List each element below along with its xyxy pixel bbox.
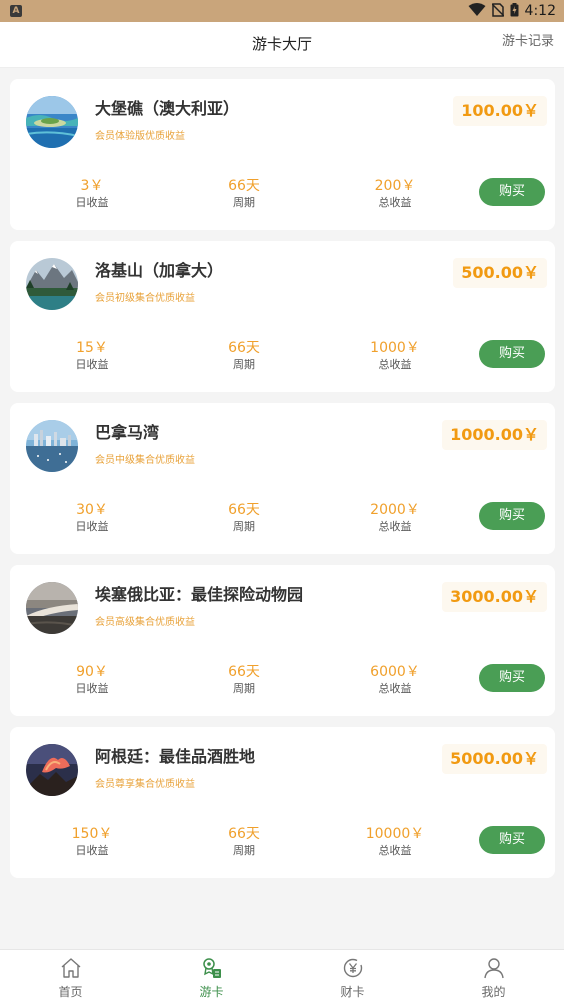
total-income-value: 1000￥ [370,340,420,356]
card-title: 埃塞俄比亚：最佳探险动物园 [95,585,304,604]
buy-button[interactable]: 购买 [479,664,545,692]
period: 66天 周期 [199,339,289,373]
total-income-label: 总收益 [378,520,412,533]
status-time: 4:12 [524,3,556,19]
daily-income-value: 3￥ [80,178,104,194]
buy-button[interactable]: 购买 [479,502,545,530]
card-title: 巴拿马湾 [95,423,160,442]
reef-island-image [26,96,78,148]
period-value: 66天 [228,340,260,356]
period: 66天 周期 [199,501,289,535]
total-income-value: 2000￥ [370,502,420,518]
daily-income: 30￥ 日收益 [47,501,137,535]
period-value: 66天 [228,664,260,680]
total-income-label: 总收益 [378,358,412,371]
period: 66天 周期 [199,177,289,211]
price-badge: 500.00￥ [453,258,547,288]
price-badge: 5000.00￥ [442,744,547,774]
period-label: 周期 [233,520,255,533]
total-income-value: 6000￥ [370,664,420,680]
notification-icon: A [10,5,22,17]
card-title: 阿根廷：最佳品酒胜地 [95,747,256,766]
wifi-icon [468,2,486,21]
period-label: 周期 [233,358,255,371]
total-income-label: 总收益 [378,196,412,209]
total-income: 6000￥ 总收益 [350,663,440,697]
tab-label: 游卡 [199,985,224,999]
city-bay-image [26,420,78,472]
period-label: 周期 [233,196,255,209]
price-badge: 1000.00￥ [442,420,547,450]
total-income-value: 10000￥ [365,826,425,842]
tab-profile[interactable]: 我的 [423,950,564,1002]
card-item: 埃塞俄比亚：最佳探险动物园 会员高级集合优质收益 3000.00￥ 90￥ 日收… [10,565,555,716]
price-badge: 3000.00￥ [442,582,547,612]
status-bar: A 4:12 [0,0,564,22]
period-value: 66天 [228,826,260,842]
home-icon [59,956,83,980]
card-record-link[interactable]: 游卡记录 [502,22,554,62]
daily-income-value: 150￥ [71,826,113,842]
price-badge: 100.00￥ [453,96,547,126]
card-item: 洛基山（加拿大） 会员初级集合优质收益 500.00￥ 15￥ 日收益 66天 … [10,241,555,392]
daily-income-label: 日收益 [75,682,109,695]
daily-income: 15￥ 日收益 [47,339,137,373]
period: 66天 周期 [199,825,289,859]
page-title: 游卡大厅 [251,35,312,53]
no-sim-icon [491,2,505,21]
card-subtitle: 会员尊享集合优质收益 [95,779,195,790]
yen-icon [341,956,365,980]
total-income-value: 200￥ [374,178,416,194]
daily-income: 150￥ 日收益 [47,825,137,859]
period-label: 周期 [233,682,255,695]
bottom-tab-bar: 首页 游卡 财卡 我的 [0,949,564,1002]
period: 66天 周期 [199,663,289,697]
volcano-sunset-image [26,744,78,796]
buy-button[interactable]: 购买 [479,178,545,206]
card-title: 大堡礁（澳大利亚） [95,99,240,118]
card-icon [200,956,224,980]
card-subtitle: 会员初级集合优质收益 [95,293,195,304]
total-income: 10000￥ 总收益 [350,825,440,859]
daily-income-value: 90￥ [76,664,108,680]
daily-income-label: 日收益 [75,196,109,209]
total-income-label: 总收益 [378,844,412,857]
user-icon [482,956,506,980]
card-subtitle: 会员中级集合优质收益 [95,455,195,466]
total-income-label: 总收益 [378,682,412,695]
battery-icon [510,2,519,21]
daily-income-label: 日收益 [75,358,109,371]
total-income: 2000￥ 总收益 [350,501,440,535]
tab-card[interactable]: 游卡 [141,950,282,1002]
daily-income-value: 15￥ [76,340,108,356]
tab-label: 财卡 [340,985,365,999]
daily-income: 90￥ 日收益 [47,663,137,697]
tab-label: 首页 [58,985,83,999]
sunset-landscape-image [26,582,78,634]
daily-income-label: 日收益 [75,520,109,533]
period-label: 周期 [233,844,255,857]
buy-button[interactable]: 购买 [479,340,545,368]
app-header: 游卡大厅 游卡记录 [0,22,564,68]
total-income: 1000￥ 总收益 [350,339,440,373]
daily-income-label: 日收益 [75,844,109,857]
period-value: 66天 [228,502,260,518]
card-subtitle: 会员体验版优质收益 [95,131,185,142]
tab-finance[interactable]: 财卡 [282,950,423,1002]
tab-label: 我的 [481,985,506,999]
daily-income: 3￥ 日收益 [47,177,137,211]
card-title: 洛基山（加拿大） [95,261,224,280]
daily-income-value: 30￥ [76,502,108,518]
total-income: 200￥ 总收益 [350,177,440,211]
period-value: 66天 [228,178,260,194]
buy-button[interactable]: 购买 [479,826,545,854]
card-subtitle: 会员高级集合优质收益 [95,617,195,628]
card-list: 大堡礁（澳大利亚） 会员体验版优质收益 100.00￥ 3￥ 日收益 66天 周… [10,79,555,889]
card-item: 大堡礁（澳大利亚） 会员体验版优质收益 100.00￥ 3￥ 日收益 66天 周… [10,79,555,230]
card-item: 阿根廷：最佳品酒胜地 会员尊享集合优质收益 5000.00￥ 150￥ 日收益 … [10,727,555,878]
tab-home[interactable]: 首页 [0,950,141,1002]
mountain-lake-image [26,258,78,310]
card-item: 巴拿马湾 会员中级集合优质收益 1000.00￥ 30￥ 日收益 66天 周期 … [10,403,555,554]
